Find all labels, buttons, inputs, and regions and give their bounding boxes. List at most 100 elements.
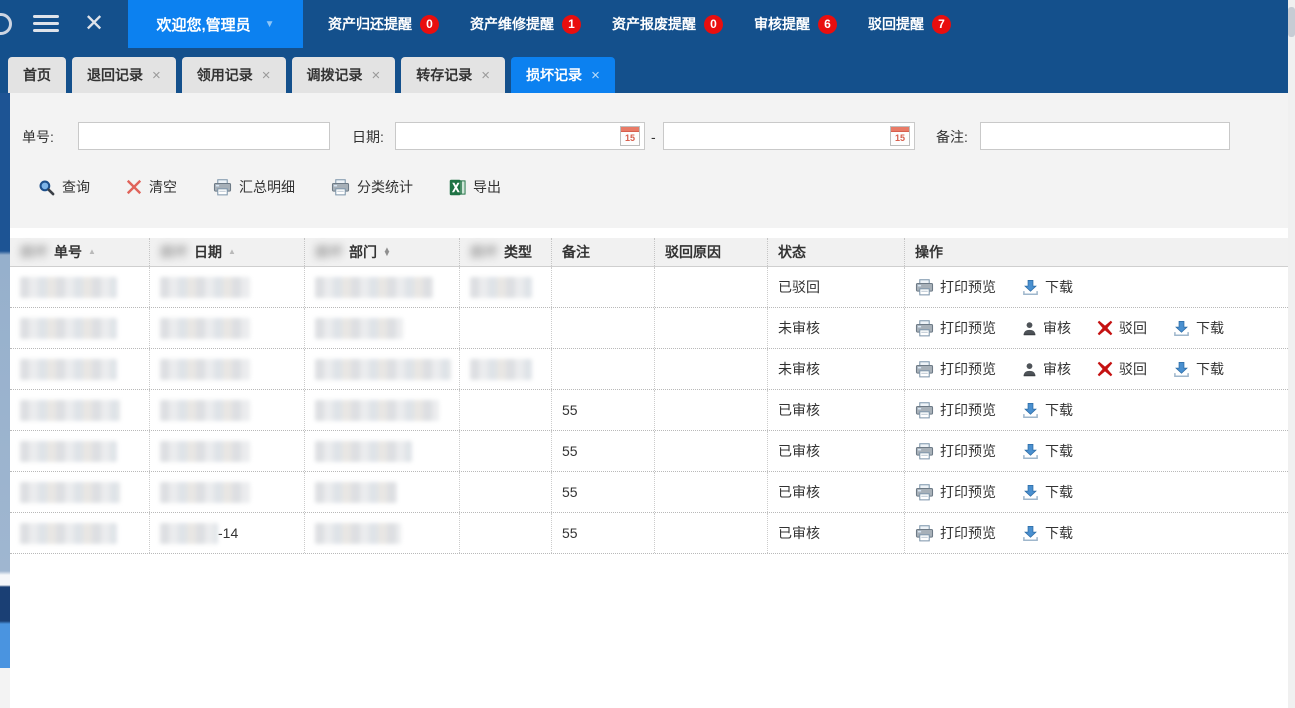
tab-转存记录[interactable]: 转存记录×: [401, 57, 505, 93]
download-action[interactable]: 下载: [1022, 482, 1073, 502]
cell-order-no: [10, 431, 150, 471]
table-row[interactable]: 55已审核打印预览下载: [10, 390, 1288, 431]
tab-调拨记录[interactable]: 调拨记录×: [292, 57, 396, 93]
tab-领用记录[interactable]: 领用记录×: [182, 57, 286, 93]
cell-date: [150, 431, 305, 471]
notice-label: 资产维修提醒: [470, 14, 554, 34]
download-action[interactable]: 下载: [1022, 441, 1073, 461]
approve-action[interactable]: 审核: [1022, 359, 1071, 379]
notice-label: 驳回提醒: [868, 14, 924, 34]
order-no-input[interactable]: [78, 122, 330, 150]
order-no-label: 单号:: [22, 122, 54, 152]
redacted-cell-content: [160, 523, 218, 544]
cell-remark: [552, 308, 655, 348]
summary-detail-button[interactable]: 汇总明细: [213, 177, 295, 197]
calendar-icon[interactable]: 15: [620, 126, 640, 146]
download-action[interactable]: 下载: [1173, 318, 1224, 338]
download-action[interactable]: 下载: [1173, 359, 1224, 379]
tab-退回记录[interactable]: 退回记录×: [72, 57, 176, 93]
cell-type: [460, 308, 552, 348]
column-header-损坏单号[interactable]: 损坏单号▲: [10, 238, 150, 266]
download-action[interactable]: 下载: [1022, 400, 1073, 420]
notice-item-4[interactable]: 驳回提醒 7: [868, 14, 951, 34]
calendar-icon[interactable]: 15: [890, 126, 910, 146]
print-preview-action[interactable]: 打印预览: [915, 482, 996, 502]
print-preview-action-label: 打印预览: [940, 400, 996, 420]
redacted-cell-content: [315, 318, 403, 339]
notice-label: 资产报废提醒: [612, 14, 696, 34]
sort-asc-icon[interactable]: ▲: [88, 250, 96, 254]
status-badge: 已审核: [778, 523, 820, 543]
column-header-损坏部门[interactable]: 损坏部门▲▼: [305, 238, 460, 266]
column-header-label: 单号: [54, 242, 82, 262]
tab-close-icon[interactable]: ×: [591, 67, 600, 84]
notice-badge: 7: [932, 15, 951, 34]
print-preview-action[interactable]: 打印预览: [915, 400, 996, 420]
table-row[interactable]: 未审核 打印预览 审核 驳回 下载: [10, 308, 1288, 349]
tab-损坏记录[interactable]: 损坏记录×: [511, 57, 615, 93]
row-actions: 打印预览 下载: [915, 523, 1073, 543]
sort-icon[interactable]: ▲▼: [383, 248, 391, 257]
welcome-user-button[interactable]: 欢迎您,管理员 ▼: [128, 0, 303, 48]
date-to-input[interactable]: [663, 122, 915, 150]
notice-item-3[interactable]: 审核提醒6: [754, 14, 837, 34]
table-row[interactable]: 55已审核打印预览下载: [10, 472, 1288, 513]
cell-remark: 55: [552, 513, 655, 553]
reject-action[interactable]: 驳回: [1097, 318, 1147, 338]
column-header-损坏类型: 损坏类型: [460, 238, 552, 266]
clear-button-label: 清空: [149, 177, 177, 197]
table-row[interactable]: 未审核打印预览审核驳回下载: [10, 349, 1288, 390]
reject-action[interactable]: 驳回: [1097, 359, 1147, 379]
download-action[interactable]: 下载: [1022, 523, 1073, 543]
sort-asc-icon[interactable]: ▲: [228, 250, 236, 254]
tab-首页[interactable]: 首页: [8, 57, 66, 93]
notice-item-1[interactable]: 资产维修提醒1: [470, 14, 581, 34]
redacted-cell-content: [20, 482, 120, 503]
download-action-label: 下载: [1045, 441, 1073, 461]
panel-left-border: [0, 93, 10, 668]
print-preview-action[interactable]: 打印预览: [915, 523, 996, 543]
cell-reject-reason: [655, 431, 768, 471]
redacted-cell-content: [20, 523, 117, 544]
download-action[interactable]: 下载: [1022, 277, 1073, 297]
close-icon[interactable]: ✕: [84, 9, 104, 38]
remark-input[interactable]: [980, 122, 1230, 150]
scrollbar-thumb[interactable]: [1288, 7, 1295, 37]
status-badge: 未审核: [778, 318, 820, 338]
table-row[interactable]: -1455已审核打印预览下载: [10, 513, 1288, 554]
cell-order-no: [10, 308, 150, 348]
tab-close-icon[interactable]: ×: [152, 67, 161, 84]
approve-action[interactable]: 审核: [1022, 318, 1071, 338]
menu-toggle-icon[interactable]: [33, 15, 59, 36]
table-row[interactable]: 已驳回打印预览下载: [10, 267, 1288, 308]
print-preview-action[interactable]: 打印预览: [915, 359, 996, 379]
table-row[interactable]: 55已审核打印预览下载: [10, 431, 1288, 472]
printer-icon: [915, 443, 934, 460]
clear-button[interactable]: 清空: [126, 177, 177, 197]
cell-department: [305, 390, 460, 430]
notice-item-0[interactable]: 资产归还提醒0: [328, 14, 439, 34]
table-header-row: 损坏单号▲损坏日期▲损坏部门▲▼损坏类型备注驳回原因状态操作: [10, 238, 1288, 267]
download-action-label: 下载: [1196, 359, 1224, 379]
print-preview-action[interactable]: 打印预览: [915, 441, 996, 461]
print-preview-action[interactable]: 打印预览: [915, 277, 996, 297]
cell-department: [305, 308, 460, 348]
cell-reject-reason: [655, 390, 768, 430]
column-header-label: 类型: [504, 242, 532, 262]
cell-status: 已审核: [768, 472, 905, 512]
tab-close-icon[interactable]: ×: [481, 67, 490, 84]
tab-close-icon[interactable]: ×: [372, 67, 381, 84]
notice-item-2[interactable]: 资产报废提醒0: [612, 14, 723, 34]
column-header-损坏日期[interactable]: 损坏日期▲: [150, 238, 305, 266]
cell-actions: 打印预览 下载: [905, 472, 1288, 512]
cell-department: [305, 349, 460, 389]
download-icon: [1173, 361, 1190, 378]
notice-label: 资产归还提醒: [328, 14, 412, 34]
scrollbar[interactable]: [1288, 0, 1295, 708]
tab-close-icon[interactable]: ×: [262, 67, 271, 84]
search-button[interactable]: 查询: [38, 177, 90, 197]
export-button[interactable]: 导出: [449, 177, 501, 197]
category-stats-button[interactable]: 分类统计: [331, 177, 413, 197]
date-from-input[interactable]: [395, 122, 645, 150]
print-preview-action[interactable]: 打印预览: [915, 318, 996, 338]
